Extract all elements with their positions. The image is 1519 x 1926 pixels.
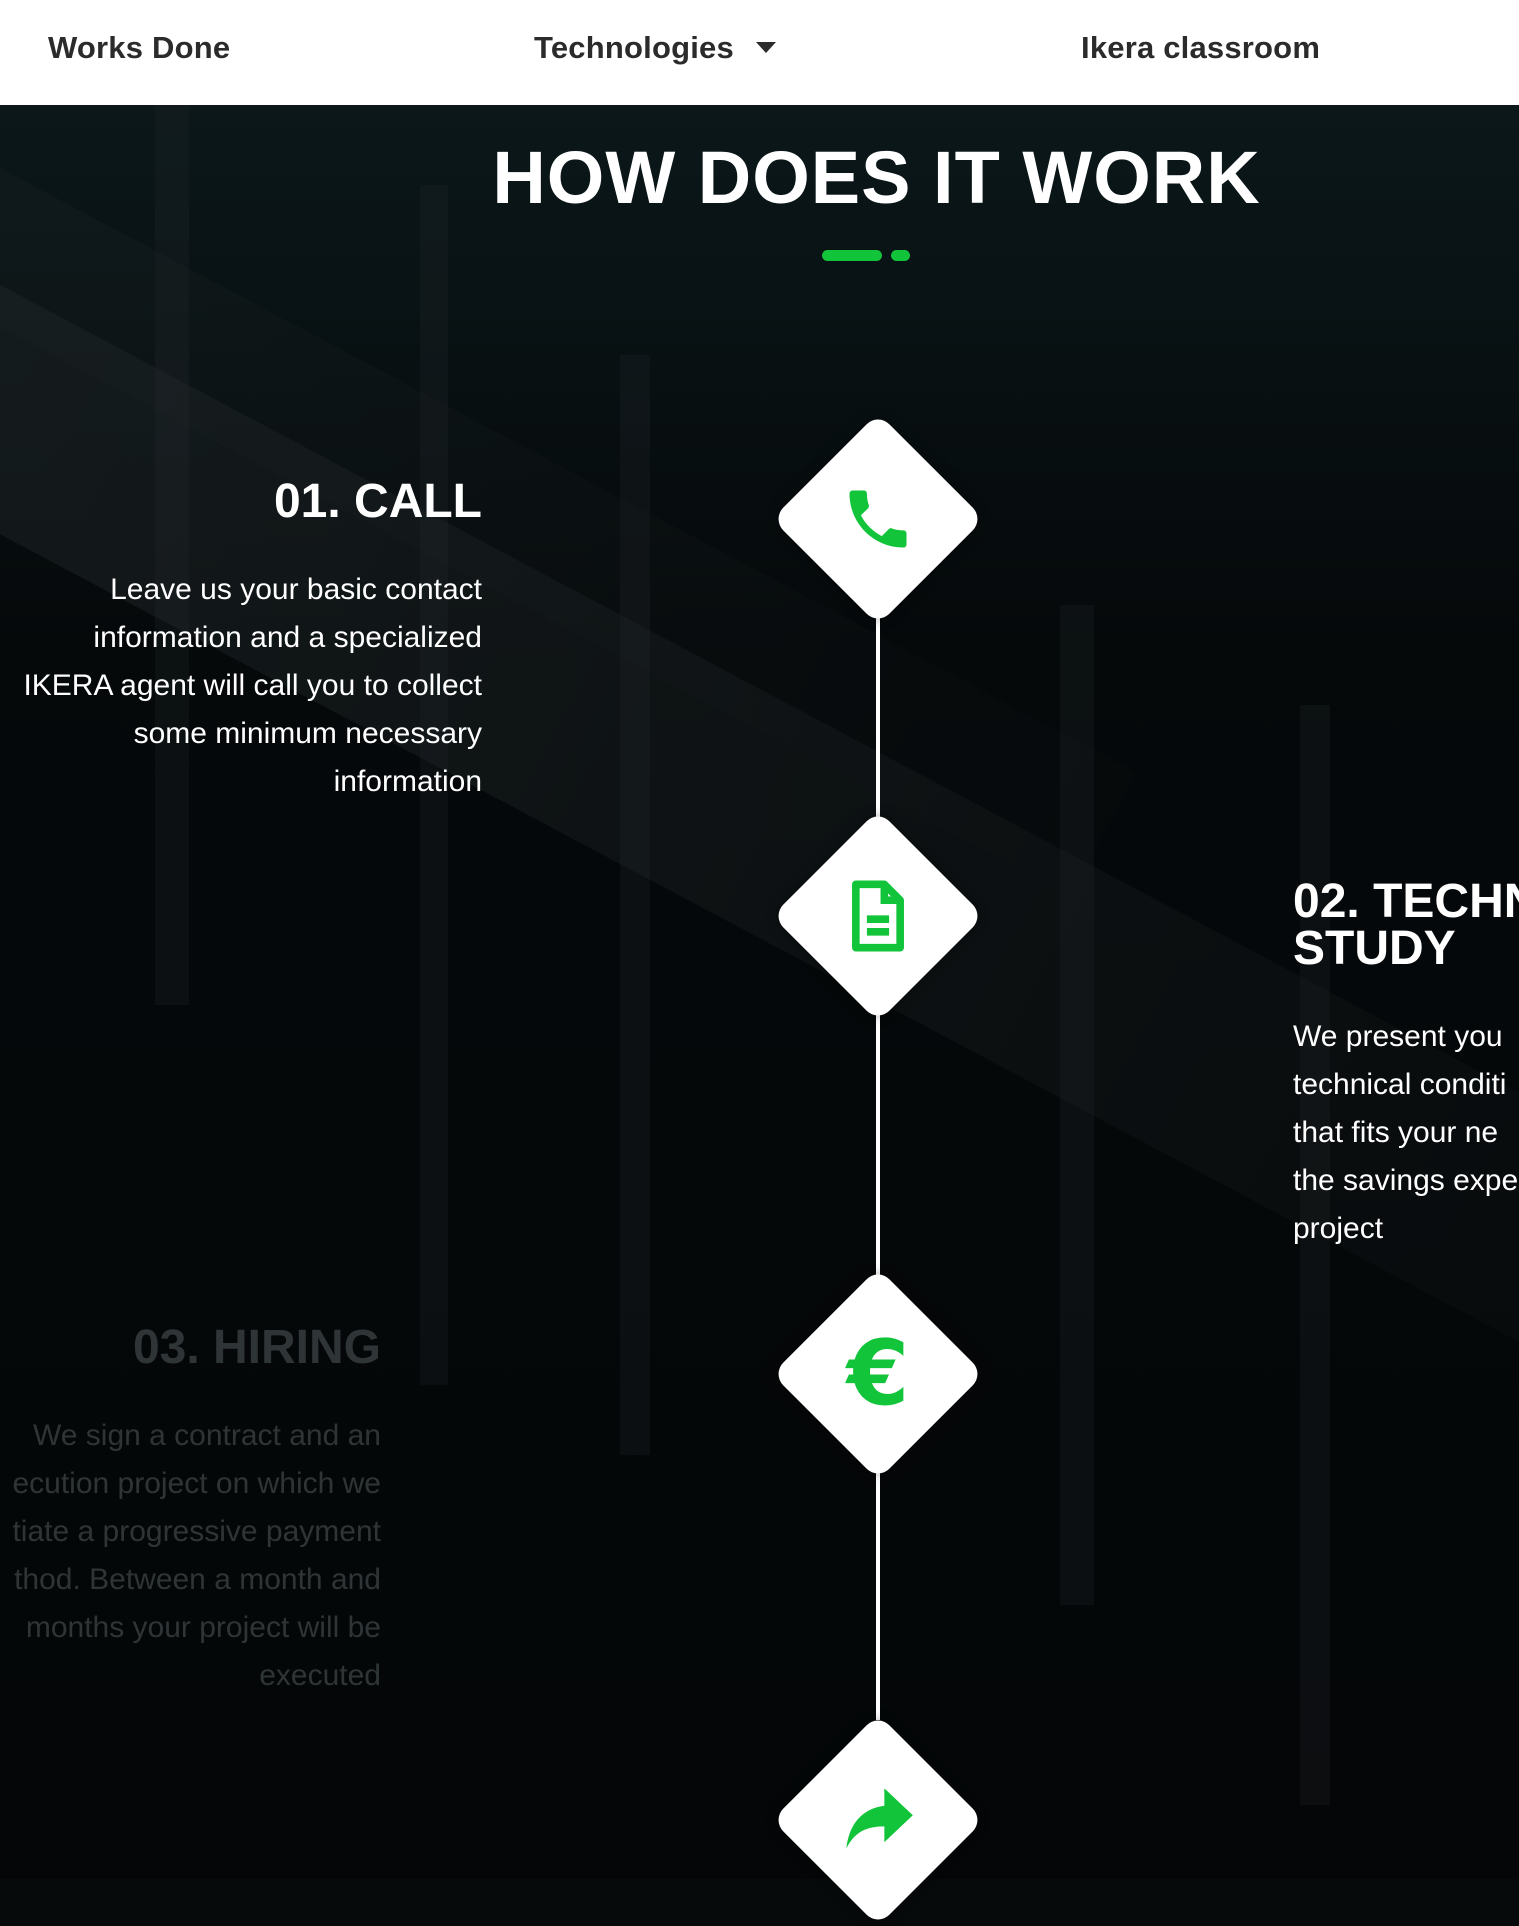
document-icon: [833, 871, 923, 961]
step-2-line-2: technical conditi: [1293, 1068, 1507, 1101]
step-2-title-line-2: STUDY: [1293, 922, 1456, 975]
step-2-line-3: that fits your ne: [1293, 1116, 1499, 1149]
step-1-line-4: some minimum necessary: [133, 717, 482, 750]
step-3-line-5: months your project will be: [25, 1611, 381, 1644]
step-1-line-2: information and a specialized: [93, 621, 482, 654]
step-3-line-1: We sign a contract and an: [33, 1419, 381, 1452]
step-3-line-2: ecution project on which we: [12, 1467, 381, 1500]
step-3-line-3: tiate a progressive payment: [12, 1515, 381, 1548]
step-1-line-5: information: [333, 765, 482, 798]
phone-icon: [833, 474, 923, 564]
step-3-line-4: thod. Between a month and: [14, 1563, 381, 1596]
timeline-connector: [876, 610, 880, 830]
title-underline-long: [822, 250, 882, 261]
background-post: [1300, 705, 1330, 1805]
nav-works-done[interactable]: Works Done: [48, 30, 230, 66]
euro-symbol: €: [846, 1321, 910, 1426]
euro-icon: €: [833, 1329, 923, 1419]
title-underline-short: [891, 250, 910, 261]
step-1-line-3: IKERA agent will call you to collect: [23, 669, 482, 702]
step-2-line-5: project: [1293, 1212, 1384, 1245]
background-post: [620, 355, 650, 1455]
share-arrow-icon: [833, 1775, 923, 1865]
background-beam: [0, 285, 1519, 1419]
step-1-line-1: Leave us your basic contact: [110, 573, 482, 606]
step-2-line-1: We present you: [1293, 1020, 1503, 1053]
step-2-title-line-1: 02. TECHN: [1293, 875, 1519, 928]
nav-technologies-dropdown[interactable]: Technologies: [534, 30, 776, 66]
step-3-title: 03. HIRING: [132, 1321, 381, 1374]
step-3-line-6: executed: [259, 1659, 381, 1692]
step-1-title: 01. CALL: [273, 475, 482, 528]
caret-down-icon: [755, 42, 776, 53]
top-navigation: Works Done Technologies Ikera classroom: [0, 0, 1519, 105]
nav-technologies-label: Technologies: [534, 30, 734, 65]
step-2-line-4: the savings expe: [1293, 1164, 1519, 1197]
background-post: [155, 105, 189, 1005]
timeline-connector: [876, 1470, 880, 1720]
timeline-connector: [876, 1010, 880, 1280]
background-post: [1060, 605, 1094, 1605]
nav-ikera-classroom[interactable]: Ikera classroom: [1081, 30, 1320, 66]
section-title: HOW DOES IT WORK: [492, 136, 1261, 219]
